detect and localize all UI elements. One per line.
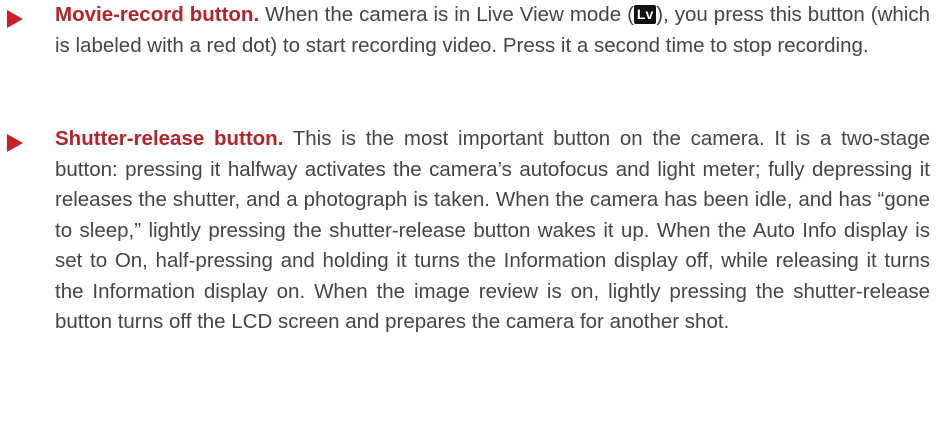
paragraph-movie-record: Movie-record button. When the camera is … bbox=[0, 0, 930, 61]
list-item-movie-record: Movie-record button. When the camera is … bbox=[0, 0, 930, 61]
live-view-icon: Lv bbox=[633, 5, 657, 24]
triangle-bullet-icon bbox=[7, 10, 23, 28]
document-page: Movie-record button. When the camera is … bbox=[0, 0, 942, 431]
triangle-bullet-icon bbox=[7, 134, 23, 152]
term-movie-record: Movie-record button. bbox=[55, 3, 260, 26]
term-shutter-release: Shutter-release button. bbox=[55, 127, 284, 150]
list-item-shutter-release: Shutter-release button. This is the most… bbox=[0, 124, 930, 338]
text-movie-record-before-icon: When the camera is in Live View mode ( bbox=[259, 3, 634, 26]
text-shutter-release: This is the most important button on the… bbox=[55, 127, 930, 333]
paragraph-shutter-release: Shutter-release button. This is the most… bbox=[0, 124, 930, 338]
